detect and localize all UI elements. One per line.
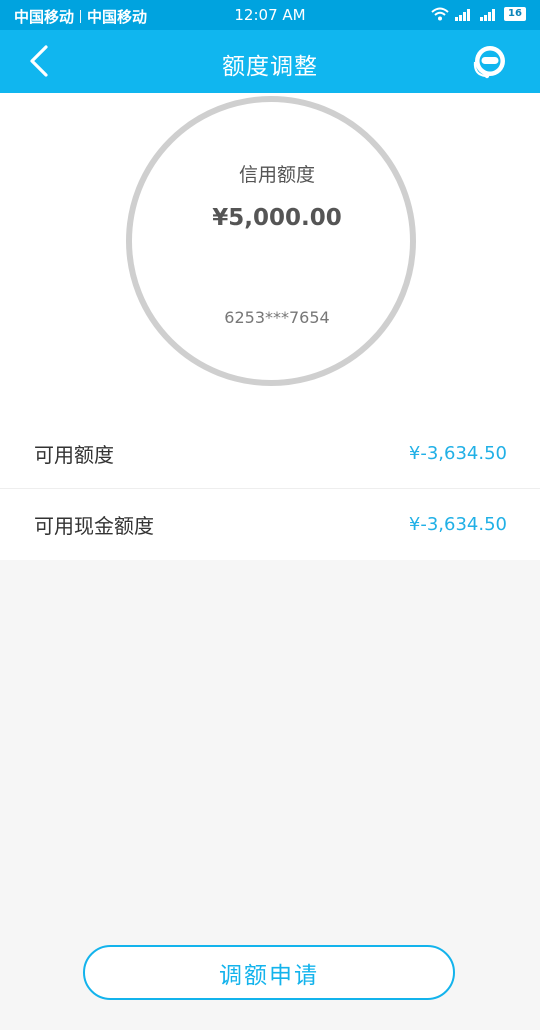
available-limit-row: 可用额度 ¥-3,634.50 [0, 418, 540, 489]
signal-icon [480, 9, 495, 21]
available-limit-label: 可用额度 [34, 442, 114, 467]
page-title: 额度调整 [222, 54, 318, 80]
system-icons: 16 [431, 7, 526, 21]
battery-icon: 16 [504, 7, 526, 21]
available-cash-limit-value: ¥-3,634.50 [408, 514, 507, 535]
nav-bar: 额度调整 [0, 30, 540, 93]
wifi-icon [431, 7, 449, 21]
apply-adjustment-button[interactable]: 调额申请 [83, 945, 455, 1000]
credit-summary: 信用额度 ¥5,000.00 6253***7654 [0, 93, 540, 423]
available-cash-limit-row: 可用现金额度 ¥-3,634.50 [0, 489, 540, 560]
signal-icon [455, 9, 470, 21]
available-limit-value: ¥-3,634.50 [408, 442, 507, 464]
card-number: 6253***7654 [224, 308, 330, 327]
customer-service-button[interactable] [470, 42, 510, 82]
credit-limit-label: 信用额度 [238, 164, 315, 186]
credit-limit-amount: ¥5,000.00 [212, 205, 342, 231]
status-bar: 中国移动 中国移动 12:07 AM 16 [0, 0, 540, 30]
limit-list: 可用额度 ¥-3,634.50 可用现金额度 ¥-3,634.50 [0, 418, 540, 560]
available-cash-limit-label: 可用现金额度 [34, 514, 154, 538]
customer-service-icon [473, 46, 505, 79]
credit-ring: 信用额度 ¥5,000.00 6253***7654 [126, 96, 416, 386]
